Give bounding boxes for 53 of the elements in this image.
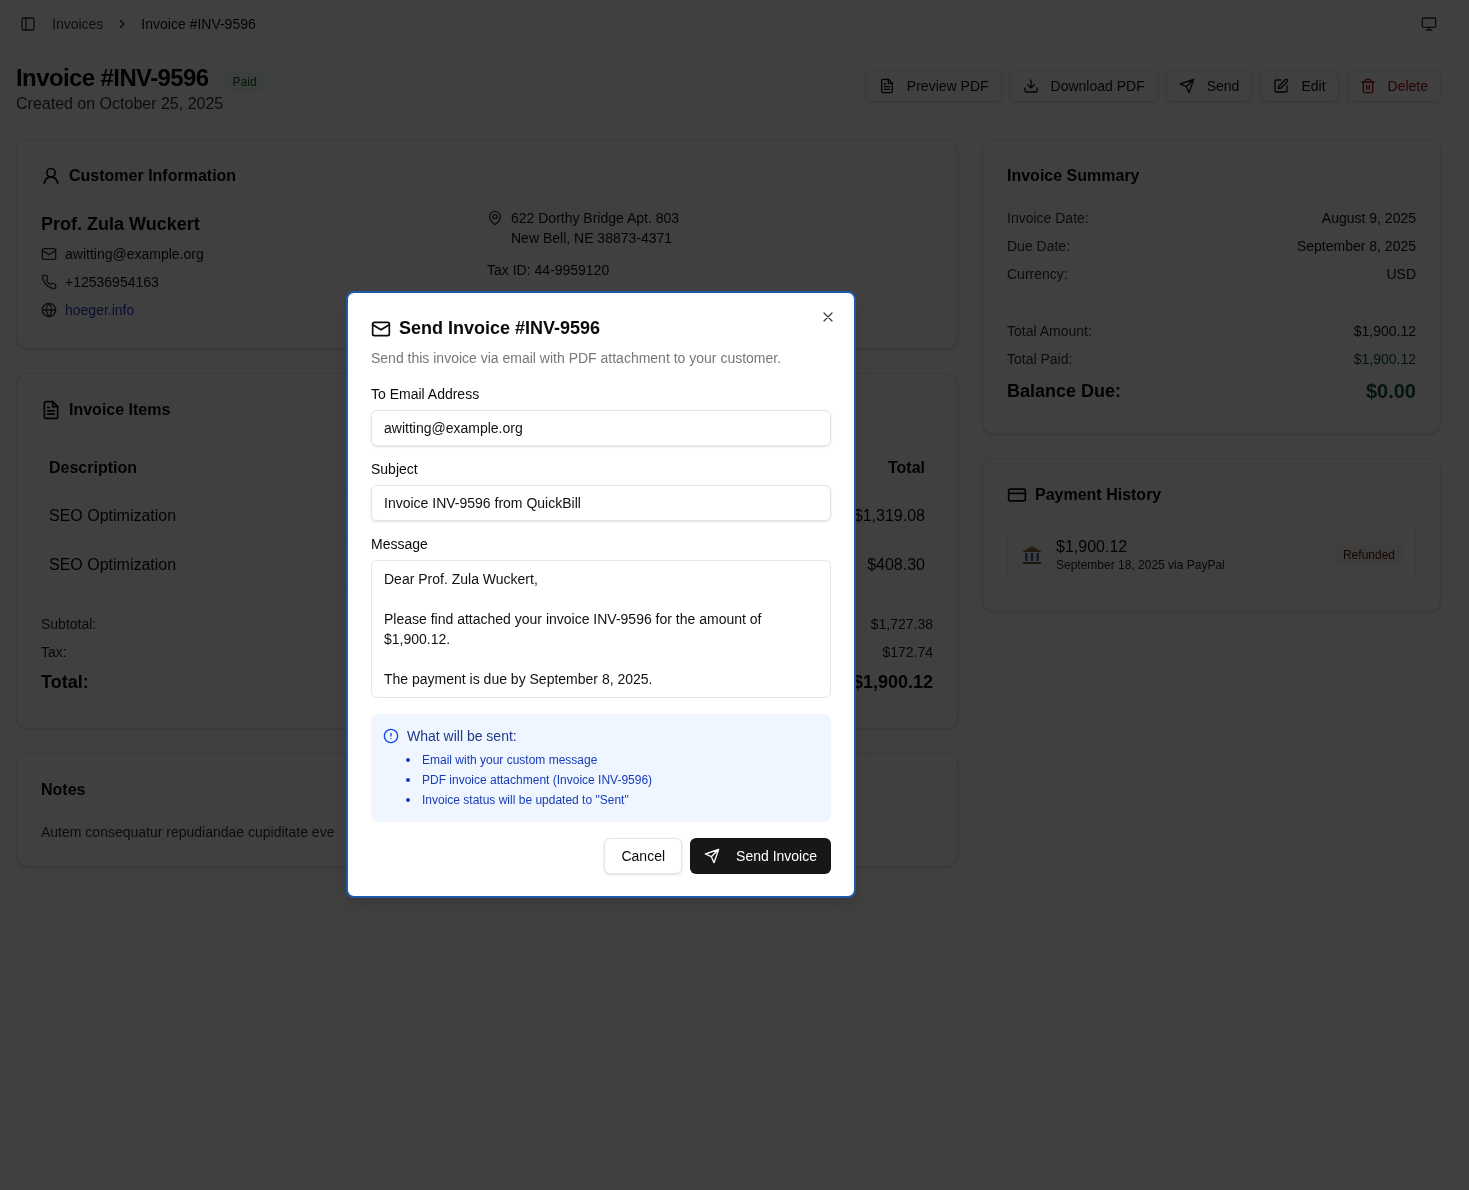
- card-title: Payment History: [1035, 485, 1162, 505]
- card-title: Customer Information: [69, 166, 237, 186]
- summary-value: September 8, 2025: [1296, 237, 1416, 256]
- dialog-title: Send Invoice #INV-9596: [399, 317, 601, 340]
- summary-label: Balance Due:: [1007, 379, 1122, 403]
- card-title: Notes: [41, 780, 86, 800]
- payment-amount: $1,900.12: [1056, 537, 1129, 557]
- input-field[interactable]: awitting@example.org: [371, 410, 831, 446]
- column-header: Total: [887, 457, 925, 478]
- field-label: Subject: [371, 460, 419, 479]
- bullet-icon: [406, 778, 410, 782]
- send-invoice-button[interactable]: Send Invoice: [690, 838, 831, 874]
- info-item: Invoice status will be updated to "Sent": [422, 792, 629, 808]
- total-label: Total:: [41, 670, 89, 694]
- customer-name: Prof. Zula Wuckert: [41, 213, 201, 236]
- page-title: Invoice #INV-9596: [16, 63, 209, 93]
- total-label: Tax:: [41, 643, 67, 662]
- dialog-description: Send this invoice via email with PDF attachment to your customer.: [371, 349, 783, 368]
- breadcrumb-current: Invoice #INV-9596: [141, 15, 256, 34]
- info-item: PDF invoice attachment (Invoice INV-9596): [422, 772, 653, 788]
- total-label: Subtotal:: [41, 615, 97, 634]
- message-field[interactable]: Dear Prof. Zula Wuckert, Please find attached your invoice INV-9596 for the amount of $1,900.12. The payment is due by September 8, 2025.: [371, 560, 831, 698]
- bullet-icon: [406, 758, 410, 762]
- table-cell-text: $1,319.08: [853, 506, 925, 526]
- info-item: Email with your custom message: [422, 752, 598, 768]
- total-value: $1,727.38: [870, 615, 933, 634]
- info-icon: [383, 728, 399, 744]
- send-icon: [704, 848, 721, 864]
- address-line: 622 Dorthy Bridge Apt. 803: [511, 209, 680, 228]
- payment-detail: September 18, 2025 via PayPal: [1056, 557, 1225, 573]
- customer-email: awitting@example.org: [65, 245, 204, 264]
- card-title: Invoice Summary: [1007, 166, 1141, 186]
- address-line: New Bell, NE 38873-4371: [511, 229, 674, 248]
- field-label: Message: [371, 535, 429, 554]
- customer-phone: +12536954163: [65, 273, 159, 292]
- summary-value: USD: [1386, 265, 1416, 284]
- bullet-icon: [406, 798, 410, 802]
- summary-value: $1,900.12: [1353, 322, 1416, 341]
- cancel-button[interactable]: Cancel: [604, 838, 683, 874]
- summary-value: $1,900.12: [1353, 350, 1416, 369]
- total-value: $172.74: [882, 643, 933, 662]
- column-header: Description: [49, 457, 137, 478]
- field-label: To Email Address: [371, 385, 481, 404]
- input-field[interactable]: Invoice INV-9596 from QuickBill: [371, 485, 831, 521]
- info-heading: What will be sent:: [407, 727, 517, 746]
- table-cell-text: $408.30: [867, 555, 925, 575]
- summary-value: August 9, 2025: [1321, 209, 1416, 228]
- summary-value: $0.00: [1365, 379, 1416, 404]
- table-cell-text: SEO Optimization: [49, 506, 177, 526]
- card-title: Invoice Items: [69, 400, 171, 420]
- tax-id: Tax ID: 44-9959120: [487, 261, 610, 280]
- total-value: $1,900.12: [852, 670, 933, 694]
- table-cell-text: SEO Optimization: [49, 555, 177, 575]
